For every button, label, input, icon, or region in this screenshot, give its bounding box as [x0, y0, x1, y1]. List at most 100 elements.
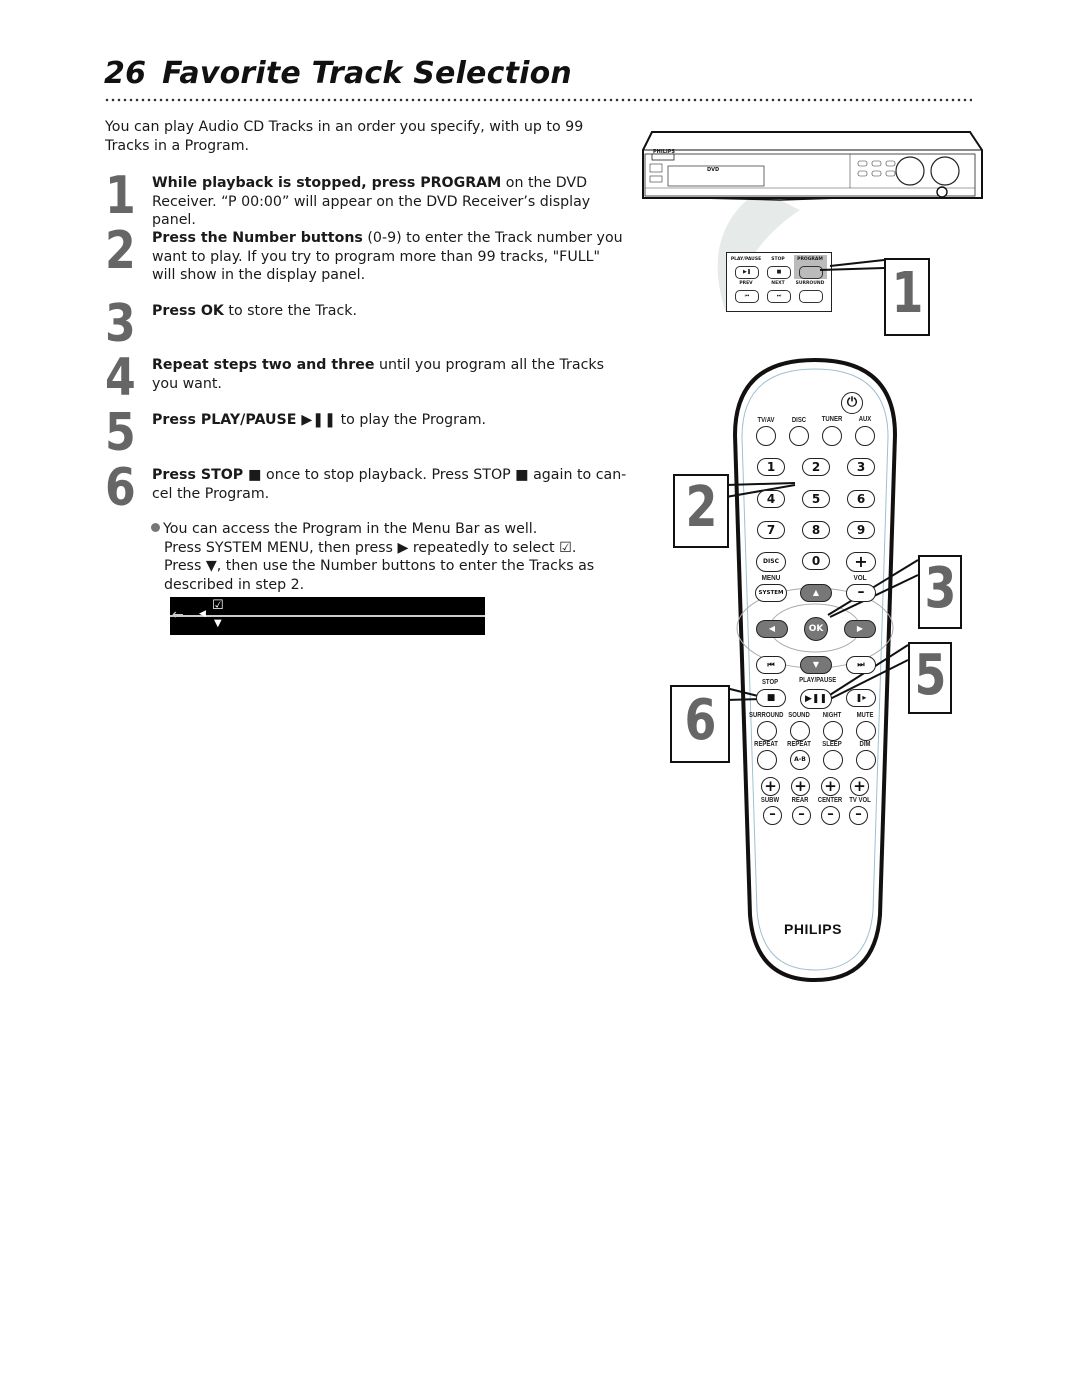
left-arrow-button[interactable]: ◀	[756, 620, 788, 638]
step-number: 5	[105, 403, 136, 463]
aux-button[interactable]	[855, 426, 875, 446]
number-5-button[interactable]: 5	[802, 490, 830, 508]
surround-button[interactable]	[799, 290, 823, 303]
sleep-label: SLEEP	[822, 741, 842, 748]
surround-remote-button[interactable]	[757, 721, 777, 741]
rear-minus-button[interactable]: –	[792, 806, 811, 825]
step-number: 1	[105, 166, 136, 226]
tuner-button[interactable]	[822, 426, 842, 446]
number-0-button[interactable]: 0	[802, 552, 830, 570]
page-title: 26 Favorite Track Selection	[104, 56, 572, 91]
repeat-button[interactable]	[757, 750, 777, 770]
panel-label: NEXT	[771, 281, 785, 286]
next-button[interactable]: ⏭	[767, 290, 791, 303]
intro-text: You can play Audio CD Tracks in an order…	[105, 119, 584, 154]
remote-brand-logo: PHILIPS	[784, 921, 842, 937]
receiver-brand: PHILIPS	[653, 149, 676, 155]
dim-button[interactable]	[856, 750, 876, 770]
tvvol-plus-button[interactable]: +	[850, 777, 869, 796]
sleep-button[interactable]	[823, 750, 843, 770]
mute-button[interactable]	[856, 721, 876, 741]
page-heading: Favorite Track Selection	[162, 56, 572, 91]
right-arrow-button[interactable]: ▶	[844, 620, 876, 638]
number-1-button[interactable]: 1	[757, 458, 785, 476]
up-arrow-button[interactable]: ▲	[800, 584, 832, 602]
panel-label: STOP	[771, 257, 785, 262]
tvvol-label: TV VOL	[849, 797, 871, 804]
step-instruction: Press PLAY/PAUSE ▶❚❚	[152, 412, 337, 428]
menu-label: MENU	[761, 573, 781, 582]
aux-label: AUX	[858, 416, 872, 423]
next-track-button[interactable]: ⏭	[846, 656, 876, 674]
number-9-button[interactable]: 9	[847, 521, 875, 539]
receiver-disc-logo: DVD	[707, 167, 720, 173]
step-detail: to store the Track.	[223, 303, 357, 319]
stop-button[interactable]: ■	[767, 266, 791, 279]
number-2-button[interactable]: 2	[802, 458, 830, 476]
step-number: 2	[105, 221, 136, 281]
program-button[interactable]	[799, 266, 823, 279]
power-button[interactable]: ⏻	[841, 392, 863, 414]
number-3-button[interactable]: 3	[847, 458, 875, 476]
step-number: 6	[105, 458, 136, 518]
down-arrow-button[interactable]: ▼	[800, 656, 832, 674]
menu-bar-illustration: ← ◀ ☑ ▼	[170, 597, 485, 635]
stop-label: STOP	[761, 679, 779, 686]
down-triangle-icon: ▼	[214, 618, 222, 629]
callout-step-6: 6	[670, 685, 730, 763]
prev-button[interactable]: ⏮	[735, 290, 759, 303]
number-7-button[interactable]: 7	[757, 521, 785, 539]
subw-label: SUBW	[760, 797, 780, 804]
dvd-receiver-illustration	[642, 131, 983, 201]
note-line: Press SYSTEM MENU, then press ▶ repeated…	[164, 539, 577, 556]
disc-source-button[interactable]	[789, 426, 809, 446]
surround-label: SURROUND	[749, 712, 784, 719]
play-pause-remote-button[interactable]: ▶❚❚	[800, 689, 832, 709]
volume-down-button[interactable]: –	[846, 584, 876, 602]
disc-menu-button[interactable]: DISC	[756, 552, 786, 572]
rear-label: REAR	[791, 797, 809, 804]
page-number: 26	[104, 56, 147, 91]
system-menu-button[interactable]: SYSTEM	[755, 584, 787, 602]
menu-bar-line	[170, 615, 485, 617]
number-4-button[interactable]: 4	[757, 490, 785, 508]
play-pause-label: PLAY/PAUSE	[799, 677, 837, 684]
subw-minus-button[interactable]: –	[763, 806, 782, 825]
subw-plus-button[interactable]: +	[761, 777, 780, 796]
sound-label: SOUND	[788, 712, 810, 719]
ok-button[interactable]: OK	[804, 617, 828, 641]
mute-label: MUTE	[856, 712, 874, 719]
center-minus-button[interactable]: –	[821, 806, 840, 825]
left-triangle-icon: ◀	[199, 609, 206, 619]
slow-button[interactable]: ❚▸	[846, 689, 876, 707]
callout-step-3: 3	[918, 555, 962, 629]
program-checkbox-icon: ☑	[212, 598, 224, 613]
previous-track-button[interactable]: ⏮	[756, 656, 786, 674]
repeat-ab-button[interactable]: A-B	[790, 750, 810, 770]
play-pause-button[interactable]: ▶❚	[735, 266, 759, 279]
dotted-divider	[104, 98, 972, 102]
step-detail: to play the Program.	[336, 412, 487, 428]
center-plus-button[interactable]: +	[821, 777, 840, 796]
step-instruction: Press the Number buttons	[152, 230, 363, 246]
tvav-label: TV/AV	[757, 417, 775, 424]
sound-button[interactable]	[790, 721, 810, 741]
vol-label: VOL	[853, 573, 867, 582]
note-line: described in step 2.	[164, 576, 305, 593]
tvav-button[interactable]	[756, 426, 776, 446]
note-line: Press ▼, then use the Number buttons to …	[164, 558, 595, 574]
tuner-label: TUNER	[821, 416, 843, 423]
volume-up-button[interactable]: +	[846, 552, 876, 572]
menu-bar-note: You can access the Program in the Menu B…	[151, 520, 621, 594]
bullet-icon	[151, 523, 160, 532]
rear-plus-button[interactable]: +	[791, 777, 810, 796]
night-button[interactable]	[823, 721, 843, 741]
number-6-button[interactable]: 6	[847, 490, 875, 508]
tvvol-minus-button[interactable]: –	[849, 806, 868, 825]
panel-label: PREV	[739, 281, 753, 286]
callout-step-2: 2	[673, 474, 729, 548]
repeat-ab-label: REPEAT	[787, 741, 811, 748]
number-8-button[interactable]: 8	[802, 521, 830, 539]
step-instruction: Repeat steps two and three	[152, 357, 375, 373]
stop-remote-button[interactable]: ■	[756, 689, 786, 707]
